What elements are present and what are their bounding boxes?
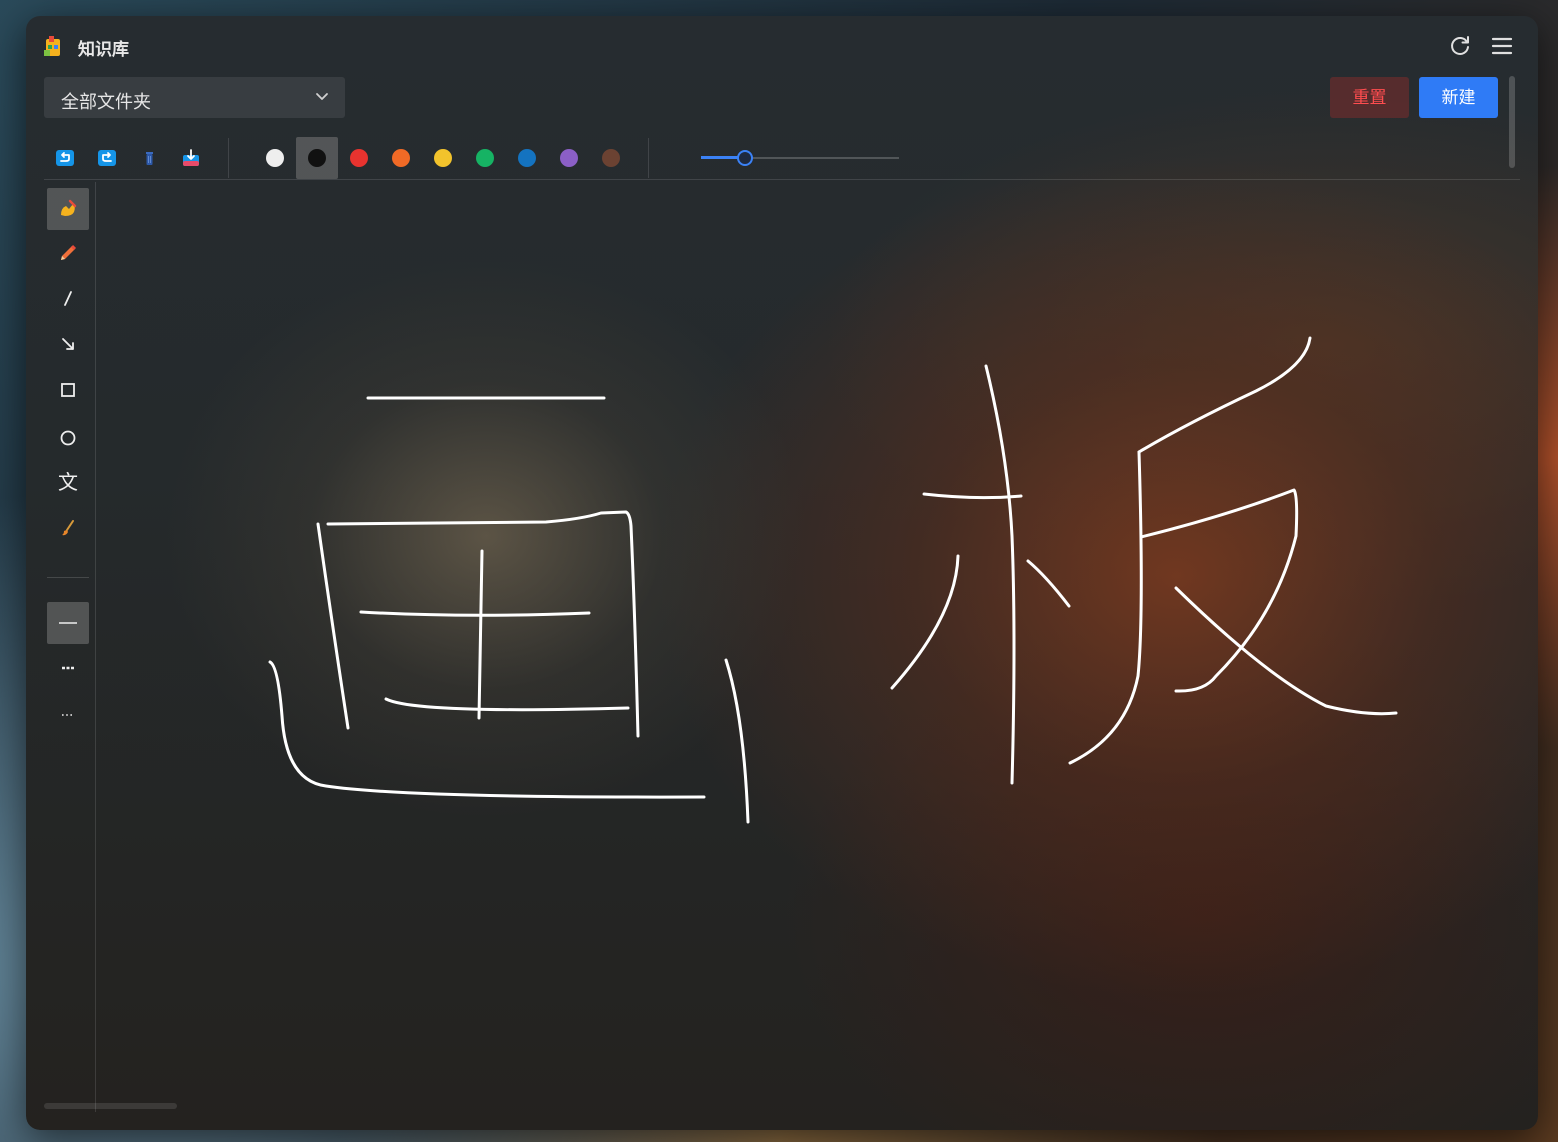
hand-draw-icon <box>61 199 77 216</box>
new-button[interactable]: 新建 <box>1419 77 1498 118</box>
refresh-icon[interactable] <box>1448 34 1472 58</box>
stroke <box>922 492 1023 500</box>
color-dot <box>350 149 368 167</box>
app-title: 知识库 <box>78 40 129 59</box>
brush-icon <box>62 520 74 536</box>
color-dot <box>602 149 620 167</box>
color-swatch[interactable] <box>380 137 422 179</box>
text-icon: 文 <box>58 471 78 494</box>
stroke-width-slider[interactable] <box>701 148 899 168</box>
drawing-toolbar <box>44 136 1520 180</box>
stroke <box>384 697 630 712</box>
folder-select-value: 全部文件夹 <box>61 92 151 112</box>
tool-sidebar: 文 <box>44 182 96 1112</box>
folder-select[interactable]: 全部文件夹 <box>44 77 345 118</box>
redo-button[interactable] <box>86 137 128 179</box>
brush-tool[interactable] <box>47 507 89 549</box>
reset-button[interactable]: 重置 <box>1330 77 1409 118</box>
solid-line-style[interactable] <box>47 602 89 644</box>
color-swatch[interactable] <box>422 137 464 179</box>
dotted-line-icon <box>62 714 74 716</box>
color-dot <box>308 149 326 167</box>
color-dot <box>518 149 536 167</box>
color-dot <box>392 149 410 167</box>
stroke <box>477 549 484 720</box>
download-icon <box>183 149 199 166</box>
circle-tool[interactable] <box>47 417 89 459</box>
arrow-tool[interactable] <box>47 323 89 365</box>
circle-icon <box>60 430 76 446</box>
text-tool[interactable]: 文 <box>47 459 89 501</box>
solid-line-icon <box>59 622 77 624</box>
sidebar-divider <box>47 577 89 578</box>
stroke <box>1068 450 1143 765</box>
stroke <box>1174 586 1398 716</box>
slider-thumb[interactable] <box>736 150 753 166</box>
rectangle-tool[interactable] <box>47 369 89 411</box>
menu-icon[interactable] <box>1490 34 1514 58</box>
toolbar-divider <box>228 138 229 178</box>
color-swatch[interactable] <box>296 137 338 179</box>
arrow-icon <box>62 338 74 350</box>
download-button[interactable] <box>170 137 212 179</box>
stroke <box>1139 488 1299 693</box>
color-swatch[interactable] <box>506 137 548 179</box>
color-dot <box>266 149 284 167</box>
redo-icon <box>98 150 116 166</box>
color-dot <box>434 149 452 167</box>
hand-draw-tool[interactable] <box>47 188 89 230</box>
dashed-line-icon <box>62 666 74 670</box>
undo-button[interactable] <box>44 137 86 179</box>
horizontal-scrollbar[interactable] <box>44 1103 177 1109</box>
color-dot <box>476 149 494 167</box>
color-swatch[interactable] <box>548 137 590 179</box>
color-swatch[interactable] <box>464 137 506 179</box>
dashed-line-style[interactable] <box>47 647 89 689</box>
stroke <box>724 658 750 824</box>
rectangle-icon <box>61 383 75 397</box>
trash-icon <box>146 152 153 165</box>
pencil-icon <box>61 244 77 260</box>
toolbar-divider <box>648 138 649 178</box>
title-bar: 知识库 <box>26 16 1538 76</box>
stroke <box>359 610 591 617</box>
stroke <box>890 554 960 690</box>
stroke <box>984 364 1016 785</box>
color-swatch[interactable] <box>590 137 632 179</box>
stroke <box>1137 336 1312 454</box>
stroke <box>1026 559 1071 608</box>
color-swatch[interactable] <box>338 137 380 179</box>
pencil-tool[interactable] <box>47 232 89 274</box>
line-icon <box>64 291 72 306</box>
clear-button[interactable] <box>128 137 170 179</box>
line-tool[interactable] <box>47 277 89 319</box>
color-dot <box>560 149 578 167</box>
dotted-line-style[interactable] <box>47 694 89 736</box>
app-logo-icon <box>44 36 60 56</box>
chevron-down-icon <box>316 93 328 100</box>
drawing-canvas[interactable] <box>26 16 1538 1130</box>
stroke <box>326 510 640 738</box>
whiteboard-window: 知识库 全部文件夹 重置 新建 文 <box>26 16 1538 1130</box>
color-swatch[interactable] <box>254 137 296 179</box>
undo-icon <box>56 150 74 166</box>
stroke <box>316 522 350 730</box>
